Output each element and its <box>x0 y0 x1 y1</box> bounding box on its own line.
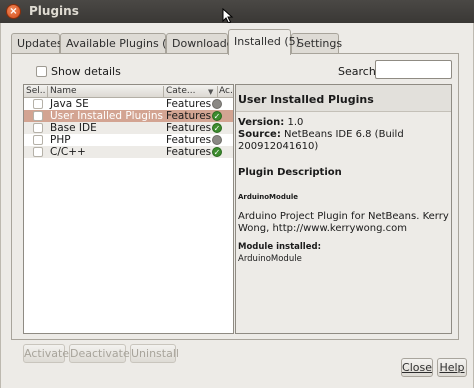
table-row[interactable]: Base IDE Features ✓ <box>24 122 233 134</box>
plugin-name: PHP <box>50 134 71 146</box>
plugin-description: Arduino Project Plugin for NetBeans. Ker… <box>238 211 449 234</box>
window-close-button[interactable]: × <box>6 4 21 19</box>
plugin-category: Features <box>166 98 212 110</box>
table-row[interactable]: C/C++ Features ✓ <box>24 146 233 158</box>
source-line: Source: NetBeans IDE 6.8 (Build 20091204… <box>238 129 450 153</box>
plugin-name: C/C++ <box>50 146 86 158</box>
inactive-status-icon <box>212 99 222 109</box>
version-line: Version: 1.0 <box>238 117 450 129</box>
window-title: Plugins <box>29 4 79 18</box>
column-divider <box>217 86 218 97</box>
details-body: Version: 1.0 Source: NetBeans IDE 6.8 (B… <box>238 117 450 265</box>
details-header: User Installed Plugins <box>236 85 451 112</box>
tab-available-plugins[interactable]: Available Plugins (95) <box>60 33 185 54</box>
plugin-category: Features <box>166 122 212 134</box>
row-checkbox[interactable] <box>33 99 43 109</box>
close-button[interactable]: Close <box>401 358 433 377</box>
show-details-label: Show details <box>51 64 121 78</box>
version-value: 1.0 <box>287 117 304 128</box>
inactive-status-icon <box>212 135 222 145</box>
table-row-selected[interactable]: User Installed Plugins Features ✓ <box>24 110 233 122</box>
help-button[interactable]: Help <box>437 358 467 377</box>
tab-updates[interactable]: Updates <box>11 33 63 54</box>
search-label: Search: <box>338 65 380 78</box>
uninstall-button[interactable]: Uninstall <box>130 344 179 363</box>
installed-panel: Show details Search: Sel... Name Cate...… <box>11 53 459 363</box>
column-header-name[interactable]: Name <box>50 86 160 96</box>
plugin-category: Features <box>166 134 212 146</box>
plugin-name: Java SE <box>50 98 89 110</box>
title-bar: × Plugins <box>0 0 474 24</box>
tab-installed[interactable]: Installed (5) <box>228 29 300 55</box>
plugin-name: Base IDE <box>50 122 97 134</box>
details-title: User Installed Plugins <box>238 93 374 106</box>
activate-button[interactable]: Activate <box>23 344 69 363</box>
active-check-icon: ✓ <box>212 111 222 121</box>
source-label: Source: <box>238 129 281 140</box>
search-input[interactable] <box>375 60 452 79</box>
mouse-cursor-icon <box>222 8 234 24</box>
module-installed-value: ArduinoModule <box>238 254 302 264</box>
plugin-name: User Installed Plugins <box>50 110 163 122</box>
row-checkbox[interactable] <box>33 123 43 133</box>
table-row[interactable]: PHP Features <box>24 134 233 146</box>
sort-descending-icon: ▼ <box>208 88 214 96</box>
description-heading: Plugin Description <box>238 167 342 178</box>
active-check-icon: ✓ <box>212 123 222 133</box>
plugin-category: Features <box>166 110 212 122</box>
row-checkbox[interactable] <box>33 111 43 121</box>
table-row[interactable]: Java SE Features <box>24 98 233 110</box>
tab-downloaded[interactable]: Downloaded <box>166 33 240 54</box>
version-label: Version: <box>238 117 285 128</box>
plugins-dialog: Updates Available Plugins (95) Downloade… <box>0 23 474 388</box>
module-installed-label: Module installed: <box>238 242 321 252</box>
module-name: ArduinoModule <box>238 193 298 201</box>
plugin-details-pane: User Installed Plugins Version: 1.0 Sour… <box>235 84 452 334</box>
column-divider <box>47 86 48 97</box>
plugin-category: Features <box>166 146 212 158</box>
deactivate-button[interactable]: Deactivate <box>69 344 130 363</box>
show-details-checkbox[interactable] <box>36 65 47 77</box>
row-checkbox[interactable] <box>33 135 43 145</box>
active-check-icon: ✓ <box>212 147 222 157</box>
column-header-select[interactable]: Sel... <box>26 86 46 96</box>
show-details-toggle[interactable]: Show details <box>36 64 121 78</box>
column-header-active[interactable]: Ac... <box>219 86 233 96</box>
plugin-table: Sel... Name Cate... ▼ Ac... Java SE Feat… <box>23 84 234 334</box>
column-header-category[interactable]: Cate... <box>166 86 206 96</box>
table-header: Sel... Name Cate... ▼ Ac... <box>24 85 233 98</box>
column-divider <box>163 86 164 97</box>
row-checkbox[interactable] <box>33 147 43 157</box>
